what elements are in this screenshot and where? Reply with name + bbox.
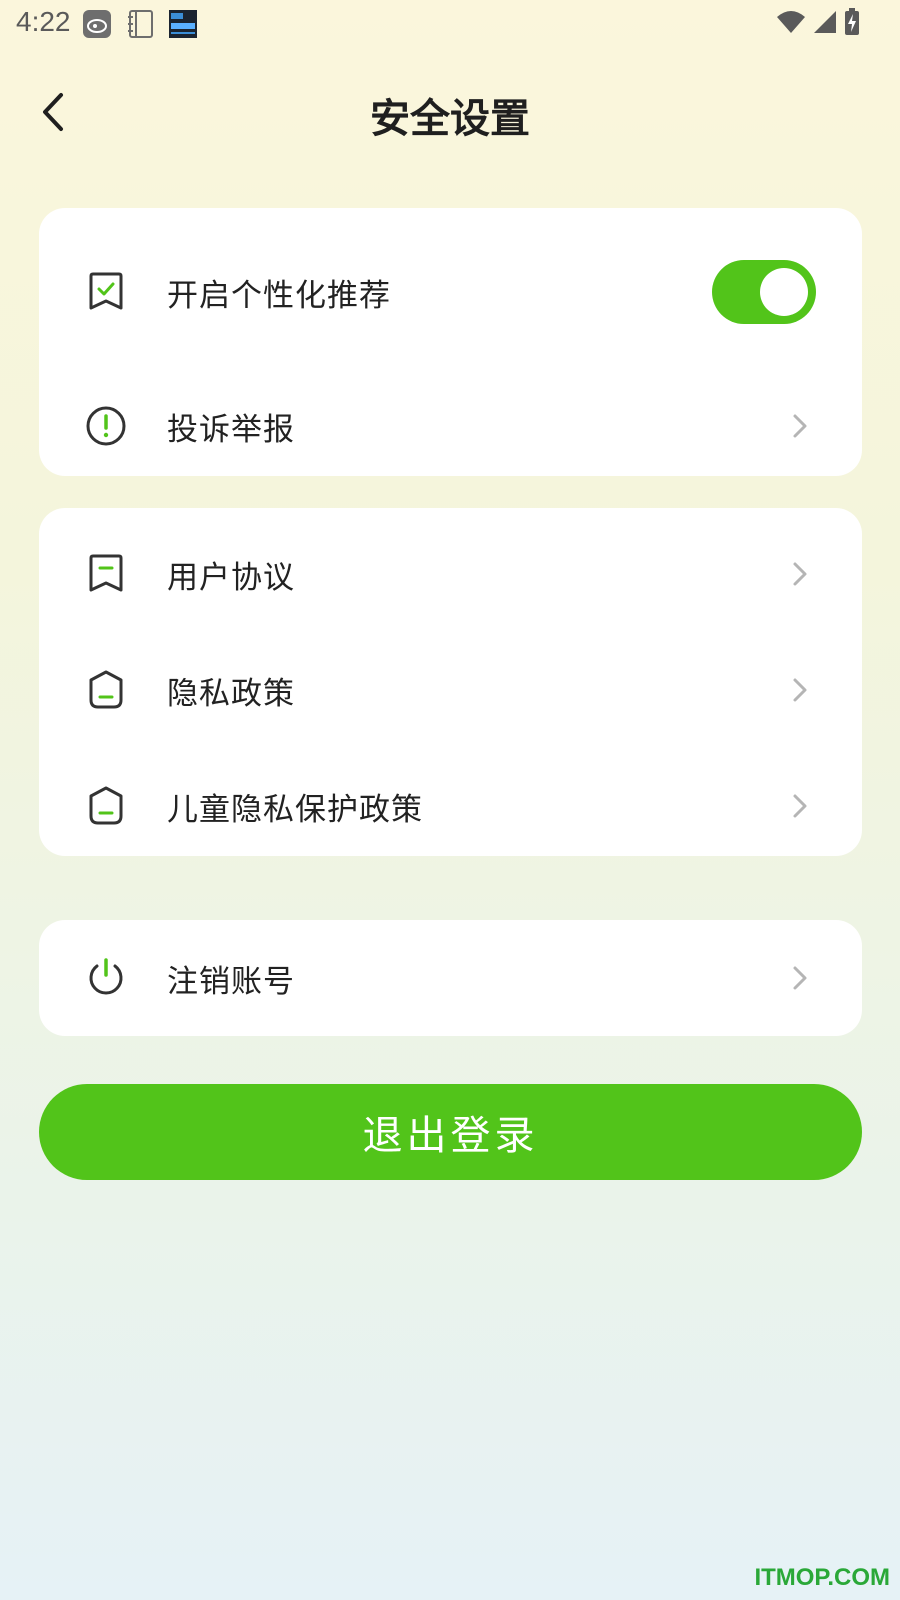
settings-card-account: 注销账号 <box>39 920 862 1036</box>
system-status-icons <box>776 8 860 36</box>
children-privacy-policy-row[interactable]: 儿童隐私保护政策 <box>39 758 862 854</box>
shield-icon <box>89 670 123 709</box>
sina-weibo-icon <box>83 10 111 38</box>
notebook-icon <box>128 10 153 38</box>
settings-card-policies: 用户协议 隐私政策 儿童隐私保护政策 <box>39 508 862 856</box>
header: 安全设置 <box>0 70 900 156</box>
chevron-right-icon <box>793 966 807 990</box>
watermark: ITMOP.COM <box>754 1564 890 1591</box>
cancel-account-row[interactable]: 注销账号 <box>39 930 862 1026</box>
children-privacy-policy-label: 儿童隐私保护政策 <box>167 791 423 828</box>
shield-icon <box>89 786 123 825</box>
logout-button[interactable]: 退出登录 <box>39 1084 862 1180</box>
battery-icon <box>845 8 859 35</box>
chevron-right-icon <box>793 794 807 818</box>
bookmark-minus-icon <box>89 554 123 592</box>
personalized-recommendation-label: 开启个性化推荐 <box>167 277 391 314</box>
personalized-recommendation-toggle[interactable] <box>712 260 816 324</box>
report-complaint-label: 投诉举报 <box>167 411 295 448</box>
signal-icon <box>814 11 836 33</box>
chevron-right-icon <box>793 562 807 586</box>
status-bar: 4:22 <box>0 0 900 48</box>
report-complaint-row[interactable]: 投诉举报 <box>39 378 862 474</box>
settings-card-preferences: 开启个性化推荐 投诉举报 <box>39 208 862 476</box>
toggle-knob <box>760 268 808 316</box>
privacy-policy-label: 隐私政策 <box>167 675 295 712</box>
user-agreement-row[interactable]: 用户协议 <box>39 526 862 622</box>
privacy-policy-row[interactable]: 隐私政策 <box>39 642 862 738</box>
user-agreement-label: 用户协议 <box>167 559 295 596</box>
alert-circle-icon <box>86 406 126 446</box>
status-time: 4:22 <box>16 6 71 37</box>
power-icon <box>89 958 123 995</box>
cancel-account-label: 注销账号 <box>167 963 295 1000</box>
page-title: 安全设置 <box>370 96 530 142</box>
wifi-icon <box>777 11 805 33</box>
clock-widget-icon <box>169 10 197 38</box>
bookmark-check-icon <box>89 272 123 310</box>
chevron-right-icon <box>793 678 807 702</box>
personalized-recommendation-row: 开启个性化推荐 <box>39 244 862 340</box>
chevron-right-icon <box>793 414 807 438</box>
